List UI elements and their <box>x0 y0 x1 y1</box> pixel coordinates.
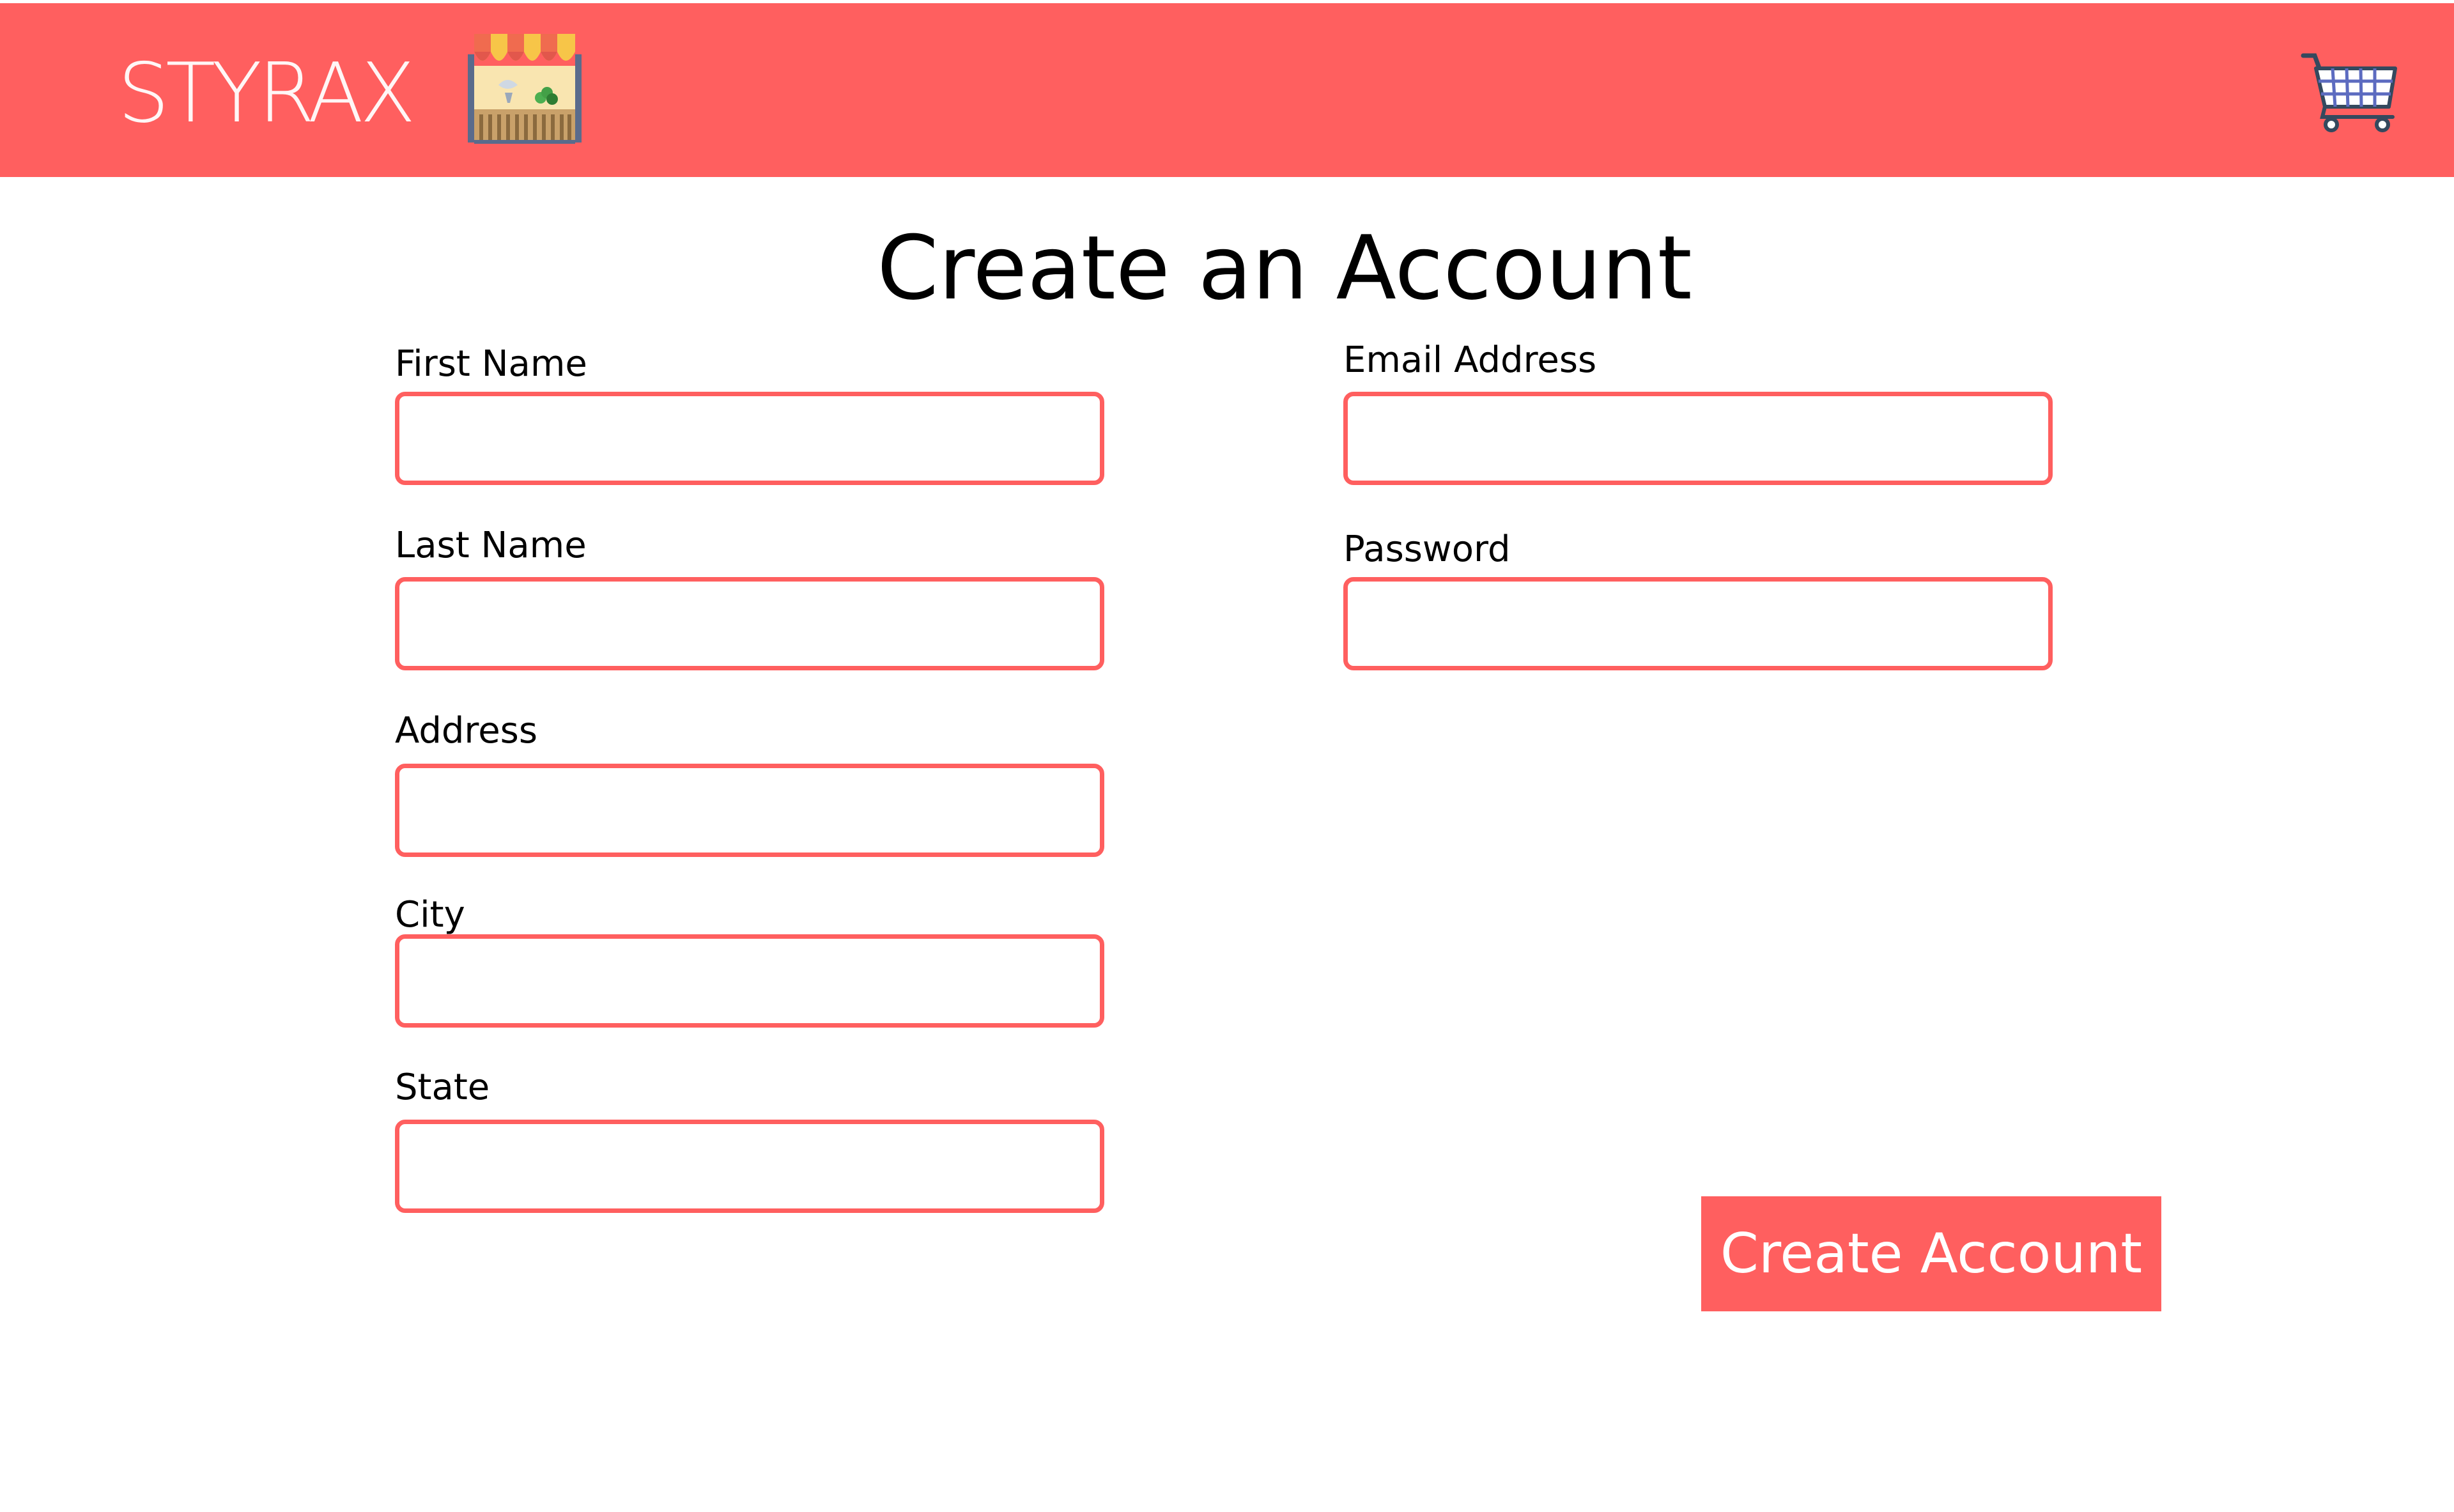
header-bar: STYRAX <box>0 3 2454 177</box>
first-name-label: First Name <box>395 343 587 385</box>
city-label: City <box>395 894 465 936</box>
state-label: State <box>395 1067 490 1108</box>
create-account-button[interactable]: Create Account <box>1701 1196 2161 1311</box>
password-label: Password <box>1343 528 1511 570</box>
brand-logo-text[interactable]: STYRAX <box>118 49 416 139</box>
state-field[interactable] <box>395 1120 1104 1213</box>
email-address-label: Email Address <box>1343 339 1597 381</box>
city-field[interactable] <box>395 934 1104 1028</box>
page: STYRAX Create an Account First Name Last… <box>0 0 2454 1512</box>
email-field[interactable] <box>1343 392 2053 485</box>
last-name-label: Last Name <box>395 525 587 566</box>
last-name-field[interactable] <box>395 577 1104 670</box>
password-field[interactable] <box>1343 577 2053 670</box>
address-label: Address <box>395 710 538 752</box>
shopping-cart-icon[interactable] <box>2301 53 2398 132</box>
first-name-field[interactable] <box>395 392 1104 485</box>
page-title: Create an Account <box>877 217 1692 320</box>
market-stall-icon[interactable] <box>465 29 584 145</box>
address-field[interactable] <box>395 764 1104 857</box>
